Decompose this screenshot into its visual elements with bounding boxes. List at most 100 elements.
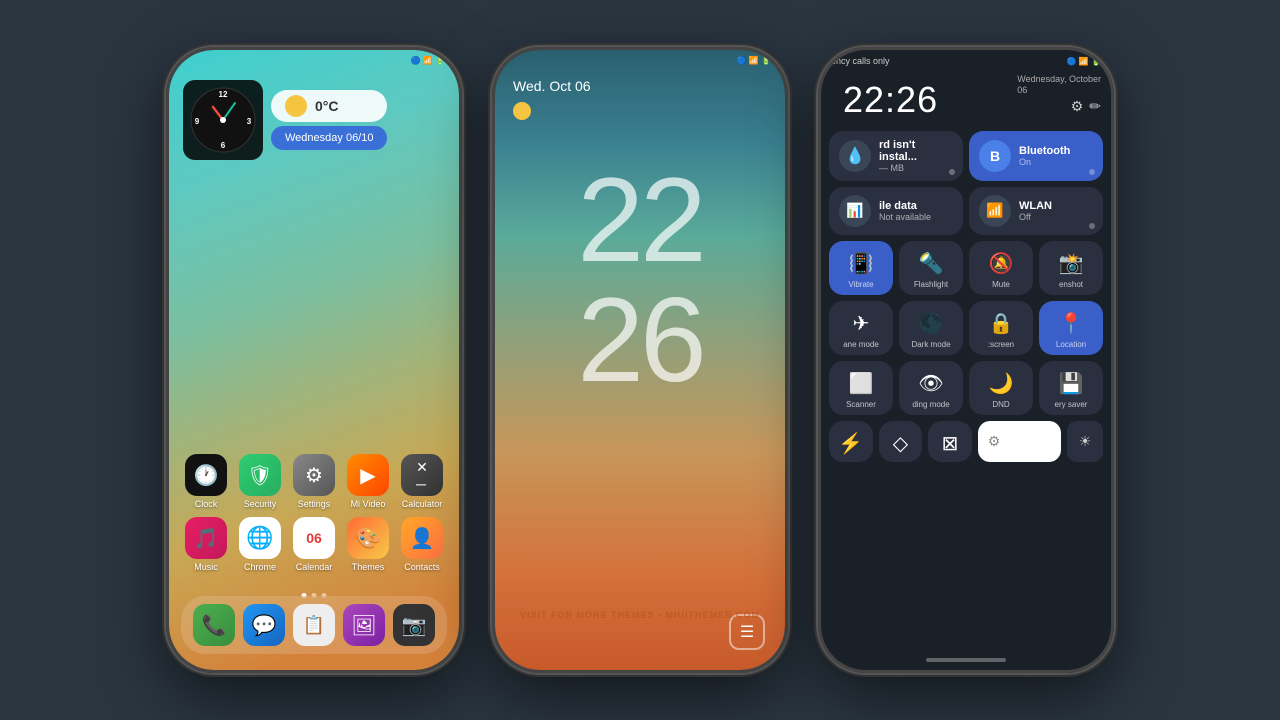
darkmode-icon: 🌑 [919, 311, 944, 336]
phone2-screen: 🔵 📶 🔋 Wed. Oct 06 22 26 ☰ VISIT FOR MORE… [495, 50, 785, 670]
grid-icon: ⊠ [942, 431, 959, 456]
music-app-label: Music [194, 562, 218, 572]
phone-3: ency calls only 🔵 📶 🔋 22:26 Wednesday, O… [818, 47, 1114, 673]
wlan-tile-dot [1089, 223, 1095, 229]
reading-label: ding mode [912, 400, 949, 409]
dnd-label: DND [992, 400, 1009, 409]
bluetooth-tile-text: Bluetooth On [1019, 145, 1093, 167]
tile-flashlight[interactable]: 🔦 Flashlight [899, 241, 963, 295]
vibrate-icon: 📳 [849, 251, 874, 276]
app-contacts[interactable]: 👤 Contacts [397, 517, 447, 572]
screenshot-icon: 📸 [1059, 251, 1084, 276]
code-icon: ◇ [893, 431, 908, 456]
svg-text:9: 9 [195, 117, 200, 126]
small-tiles-row-1: 📳 Vibrate 🔦 Flashlight 🔕 Mute 📸 enshot [821, 241, 1111, 295]
cc-carrier: ency calls only [831, 56, 890, 66]
chrome-app-icon: 🌐 [239, 517, 281, 559]
airplane-icon: ✈ [853, 311, 870, 336]
wlan-tile-title: WLAN [1019, 200, 1093, 212]
calendar-app-icon: 06 [293, 517, 335, 559]
status-icons: 🔵 📶 🔋 [411, 56, 445, 65]
cc-tiles-grid: 💧 rd isn't instal... — MB B Bluetooth On [821, 125, 1111, 241]
svg-text:3: 3 [247, 117, 252, 126]
tile-screenlock[interactable]: 🔒 :screen [969, 301, 1033, 355]
settings-app-label: Settings [298, 499, 331, 509]
mobile-data-title: ile data [879, 200, 953, 212]
cc-filter-icon[interactable]: ⚙ [1071, 98, 1084, 115]
settings-app-icon: ⚙ [293, 454, 335, 496]
cc-search-bar[interactable]: ⚙ [978, 421, 1061, 462]
cc-edit-icon[interactable]: ✏ [1089, 98, 1101, 115]
cc-time: 22:26 [831, 75, 950, 121]
cc-tile-bluetooth[interactable]: B Bluetooth On [969, 131, 1103, 181]
location-icon: 📍 [1059, 311, 1084, 336]
mobile-data-text: ile data Not available [879, 200, 953, 222]
location-label: Location [1056, 340, 1086, 349]
tile-grid[interactable]: ⊠ [928, 421, 972, 462]
security-app-icon: 🛡 [239, 454, 281, 496]
themes-app-label: Themes [352, 562, 385, 572]
bottom-icon-row: ⚡ ◇ ⊠ ⚙ ☀ [821, 421, 1111, 462]
sun-icon [285, 95, 307, 117]
cc-brightness-btn[interactable]: ☀ [1067, 421, 1103, 462]
mivideo-app-icon: ▶ [347, 454, 389, 496]
flash-bottom-icon: ⚡ [838, 431, 863, 456]
mobile-data-sub: Not available [879, 212, 953, 222]
tile-dnd[interactable]: 🌙 DND [969, 361, 1033, 415]
tile-screenshot[interactable]: 📸 enshot [1039, 241, 1103, 295]
tile-scanner[interactable]: ⬜ Scanner [829, 361, 893, 415]
app-themes[interactable]: 🎨 Themes [343, 517, 393, 572]
lock-screen-time: 22 26 [495, 160, 785, 400]
analog-clock[interactable]: 12 3 6 9 [183, 80, 263, 160]
dock-notes[interactable]: 📋 [293, 604, 335, 646]
cc-search-icon: ⚙ [988, 433, 1001, 450]
screenlock-icon: 🔒 [989, 311, 1014, 336]
app-chrome[interactable]: 🌐 Chrome [235, 517, 285, 572]
cc-date: Wednesday, October06 [1017, 74, 1101, 96]
mobile-data-icon: 📊 [839, 195, 871, 227]
dock-camera[interactable]: 📷 [393, 604, 435, 646]
app-settings[interactable]: ⚙ Settings [289, 454, 339, 509]
tile-flash-bottom[interactable]: ⚡ [829, 421, 873, 462]
tile-mute[interactable]: 🔕 Mute [969, 241, 1033, 295]
app-security[interactable]: 🛡 Security [235, 454, 285, 509]
cc-tile-data[interactable]: 💧 rd isn't instal... — MB [829, 131, 963, 181]
dock-gallery[interactable]: 🖼 [343, 604, 385, 646]
app-grid: 🕐 Clock 🛡 Security ⚙ Settings ▶ Mi Video [169, 454, 459, 580]
wlan-tile-sub: Off [1019, 212, 1093, 222]
app-mivideo[interactable]: ▶ Mi Video [343, 454, 393, 509]
dock-messages[interactable]: 💬 [243, 604, 285, 646]
dock-phone[interactable]: 📞 [193, 604, 235, 646]
tile-code[interactable]: ◇ [879, 421, 923, 462]
clock-weather-widget[interactable]: 12 3 6 9 0°C [183, 80, 387, 160]
tile-reading[interactable]: 👁 ding mode [899, 361, 963, 415]
tile-location[interactable]: 📍 Location [1039, 301, 1103, 355]
cc-tile-mobile-data[interactable]: 📊 ile data Not available [829, 187, 963, 235]
clock-app-label: Clock [195, 499, 218, 509]
date-widget: Wednesday 06/10 [271, 126, 387, 150]
app-calculator[interactable]: ✕─ Calculator [397, 454, 447, 509]
cc-status-icons: 🔵 📶 🔋 [1067, 57, 1101, 66]
brightness-icon: ☀ [1079, 433, 1092, 450]
app-row-1: 🕐 Clock 🛡 Security ⚙ Settings ▶ Mi Video [179, 454, 449, 509]
small-tiles-row-2: ✈ ane mode 🌑 Dark mode 🔒 :screen 📍 Locat… [821, 301, 1111, 355]
tile-airplane[interactable]: ✈ ane mode [829, 301, 893, 355]
scanner-icon: ⬜ [849, 371, 874, 396]
svg-text:12: 12 [219, 90, 228, 99]
app-music[interactable]: 🎵 Music [181, 517, 231, 572]
phone3-screen: ency calls only 🔵 📶 🔋 22:26 Wednesday, O… [821, 50, 1111, 670]
tile-vibrate[interactable]: 📳 Vibrate [829, 241, 893, 295]
tile-darkmode[interactable]: 🌑 Dark mode [899, 301, 963, 355]
tile-batterysaver[interactable]: 💾 ery saver [1039, 361, 1103, 415]
temperature: 0°C [315, 98, 339, 114]
batterysaver-icon: 💾 [1059, 371, 1084, 396]
scanner-label: Scanner [846, 400, 876, 409]
phone1-status-bar: 🔵 📶 🔋 [169, 50, 459, 71]
cc-tile-wlan[interactable]: 📶 WLAN Off [969, 187, 1103, 235]
mivideo-app-label: Mi Video [351, 499, 386, 509]
app-clock[interactable]: 🕐 Clock [181, 454, 231, 509]
weather-widget[interactable]: 0°C Wednesday 06/10 [271, 90, 387, 150]
airplane-label: ane mode [843, 340, 879, 349]
app-calendar[interactable]: 06 Calendar [289, 517, 339, 572]
calc-app-icon: ✕─ [401, 454, 443, 496]
